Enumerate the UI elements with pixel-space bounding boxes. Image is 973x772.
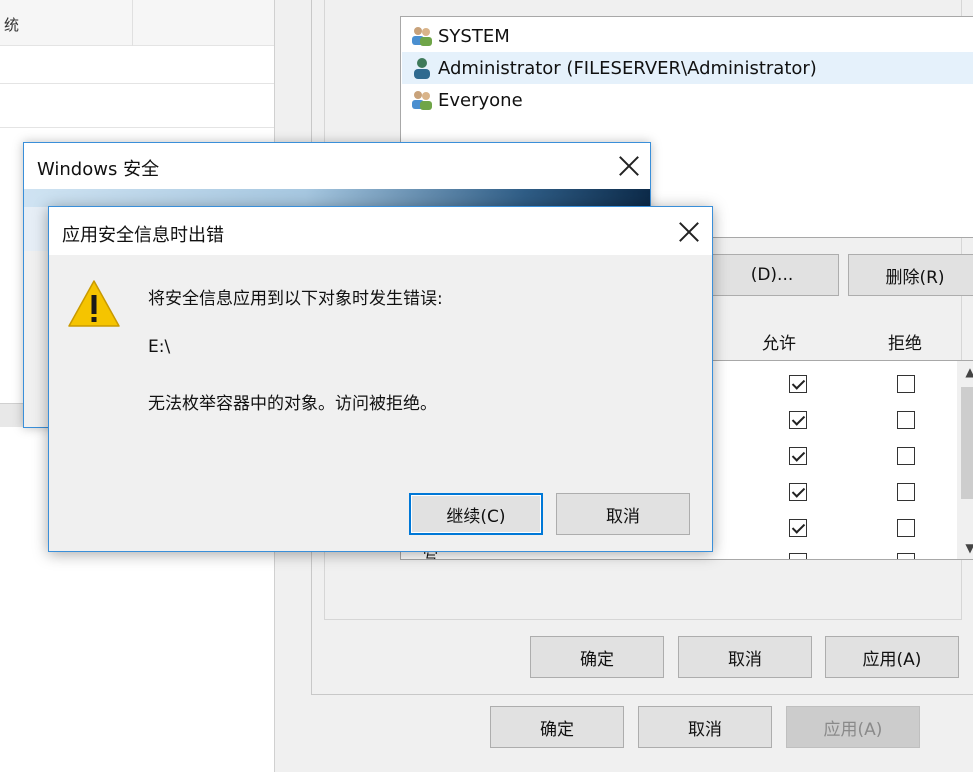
chevron-up-icon[interactable]: ▲ xyxy=(957,365,973,379)
add-button[interactable]: (D)... xyxy=(705,254,839,296)
users-group-icon xyxy=(410,88,434,112)
user-row-system[interactable]: SYSTEM xyxy=(402,20,973,52)
deny-checkbox[interactable] xyxy=(897,553,915,559)
warning-icon xyxy=(68,280,120,327)
inner-apply-button[interactable]: 应用(A) xyxy=(825,636,959,678)
continue-button[interactable]: 继续(C) xyxy=(409,493,543,535)
deny-checkbox[interactable] xyxy=(897,447,915,465)
allow-checkbox[interactable] xyxy=(789,411,807,429)
user-row-administrator[interactable]: Administrator (FILESERVER\Administrator) xyxy=(402,52,973,84)
column-header-row: 统 xyxy=(0,0,275,46)
security-banner xyxy=(24,189,650,207)
user-row-everyone[interactable]: Everyone xyxy=(402,84,973,116)
list-row xyxy=(0,84,275,128)
deny-checkbox[interactable] xyxy=(897,483,915,501)
cancel-button[interactable]: 取消 xyxy=(556,493,690,535)
allow-column-header: 允许 xyxy=(762,334,796,354)
allow-checkbox[interactable] xyxy=(789,553,807,559)
user-icon xyxy=(410,56,434,80)
close-icon[interactable] xyxy=(676,219,702,245)
user-name: SYSTEM xyxy=(438,25,510,47)
user-name: Everyone xyxy=(438,89,523,111)
deny-checkbox[interactable] xyxy=(897,519,915,537)
deny-checkbox[interactable] xyxy=(897,411,915,429)
dialog-title: 应用安全信息时出错 xyxy=(62,225,224,246)
deny-checkbox[interactable] xyxy=(897,375,915,393)
user-name: Administrator (FILESERVER\Administrator) xyxy=(438,57,817,79)
inner-cancel-button[interactable]: 取消 xyxy=(678,636,812,678)
remove-button[interactable]: 删除(R) xyxy=(848,254,973,296)
outer-apply-button[interactable]: 应用(A) xyxy=(786,706,920,748)
inner-ok-button[interactable]: 确定 xyxy=(530,636,664,678)
dialog-title-bar: Windows 安全 xyxy=(24,143,650,189)
close-icon[interactable] xyxy=(616,153,642,179)
deny-column-header: 拒绝 xyxy=(888,334,922,354)
column-header-text: 统 xyxy=(4,16,20,34)
error-message-line2: 无法枚举容器中的对象。访问被拒绝。 xyxy=(148,394,437,414)
scrollbar-thumb[interactable] xyxy=(961,387,973,499)
allow-checkbox[interactable] xyxy=(789,447,807,465)
error-dialog: 应用安全信息时出错 将安全信息应用到以下对象时发生错误: E:\ 无法枚举容器中… xyxy=(48,206,713,552)
permission-scrollbar[interactable]: ▲ ▼ xyxy=(957,361,973,559)
error-message-line1: 将安全信息应用到以下对象时发生错误: xyxy=(148,289,443,309)
object-path: E:\ xyxy=(148,337,171,357)
allow-checkbox[interactable] xyxy=(789,483,807,501)
allow-checkbox[interactable] xyxy=(789,519,807,537)
allow-checkbox[interactable] xyxy=(789,375,807,393)
dialog-title-bar: 应用安全信息时出错 xyxy=(49,207,712,255)
dialog-title: Windows 安全 xyxy=(37,159,160,180)
list-row xyxy=(0,46,275,84)
users-group-icon xyxy=(410,24,434,48)
chevron-down-icon[interactable]: ▼ xyxy=(957,541,973,555)
outer-cancel-button[interactable]: 取消 xyxy=(638,706,772,748)
outer-ok-button[interactable]: 确定 xyxy=(490,706,624,748)
column-separator xyxy=(132,0,133,46)
